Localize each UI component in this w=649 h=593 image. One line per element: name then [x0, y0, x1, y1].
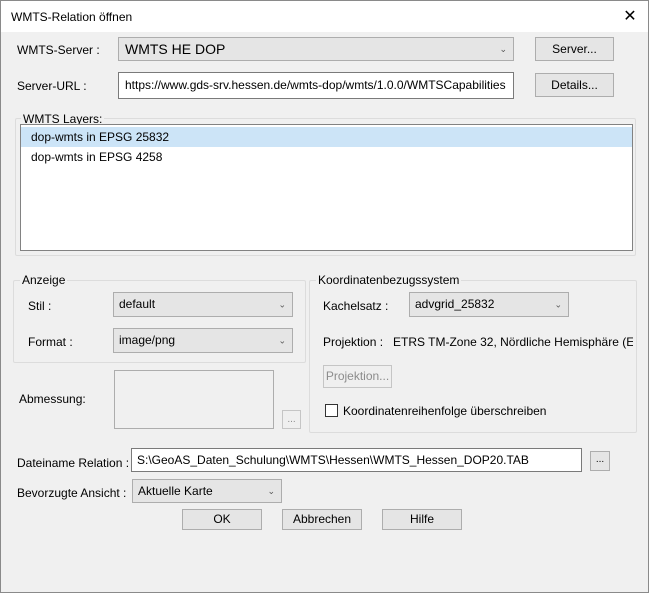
server-select[interactable]: WMTS HE DOP ⌄ [118, 37, 514, 61]
stil-select-value: default [119, 297, 156, 311]
ansicht-select-value: Aktuelle Karte [138, 484, 213, 498]
chevron-down-icon: ⌄ [267, 486, 275, 496]
dateiname-field[interactable]: S:\GeoAS_Daten_Schulung\WMTS\Hessen\WMTS… [131, 448, 582, 472]
layer-item-1[interactable]: dop-wmts in EPSG 25832 [21, 127, 632, 147]
abmessung-label: Abmessung: [19, 392, 86, 406]
override-checkbox[interactable] [325, 404, 338, 417]
format-select[interactable]: image/png ⌄ [113, 328, 293, 353]
layers-listbox[interactable]: dop-wmts in EPSG 25832 dop-wmts in EPSG … [20, 124, 633, 251]
ansicht-label: Bevorzugte Ansicht : [17, 486, 127, 500]
cancel-button[interactable]: Abbrechen [282, 509, 362, 530]
server-label: WMTS-Server : [17, 43, 100, 57]
server-url-label: Server-URL : [17, 79, 87, 93]
ok-button[interactable]: OK [182, 509, 262, 530]
koordinaten-group-title: Koordinatenbezugssystem [316, 273, 462, 287]
chevron-down-icon: ⌄ [554, 299, 562, 309]
projektion-button[interactable]: Projektion... [323, 365, 392, 388]
chevron-down-icon: ⌄ [278, 299, 286, 309]
abmessung-box [114, 370, 274, 429]
dateiname-browse-button[interactable]: ... [590, 451, 610, 471]
format-select-value: image/png [119, 333, 176, 347]
window-title: WMTS-Relation öffnen [11, 10, 133, 24]
dialog-window: WMTS-Relation öffnen ✕ WMTS-Server : WMT… [0, 0, 649, 593]
chevron-down-icon: ⌄ [499, 44, 507, 54]
help-button[interactable]: Hilfe [382, 509, 462, 530]
format-label: Format : [28, 335, 73, 349]
layer-item-2[interactable]: dop-wmts in EPSG 4258 [21, 147, 632, 167]
kachelsatz-select-value: advgrid_25832 [415, 297, 495, 311]
ansicht-select[interactable]: Aktuelle Karte ⌄ [132, 479, 282, 503]
close-icon[interactable]: ✕ [620, 7, 640, 27]
title-bar: WMTS-Relation öffnen ✕ [1, 1, 648, 32]
projektion-value: ETRS TM-Zone 32, Nördliche Hemisphäre (E… [393, 335, 633, 349]
server-select-value: WMTS HE DOP [125, 41, 226, 57]
kachelsatz-label: Kachelsatz : [323, 299, 389, 313]
server-url-field[interactable]: https://www.gds-srv.hessen.de/wmts-dop/w… [118, 72, 514, 99]
override-label: Koordinatenreihenfolge überschreiben [343, 404, 547, 418]
server-button[interactable]: Server... [535, 37, 614, 61]
projektion-label: Projektion : [323, 335, 384, 349]
dateiname-label: Dateiname Relation : [17, 456, 130, 470]
stil-label: Stil : [28, 299, 52, 313]
abmessung-button[interactable]: ... [282, 410, 301, 429]
chevron-down-icon: ⌄ [278, 335, 286, 345]
details-button[interactable]: Details... [535, 73, 614, 97]
anzeige-group-title: Anzeige [20, 273, 68, 287]
kachelsatz-select[interactable]: advgrid_25832 ⌄ [409, 292, 569, 317]
stil-select[interactable]: default ⌄ [113, 292, 293, 317]
